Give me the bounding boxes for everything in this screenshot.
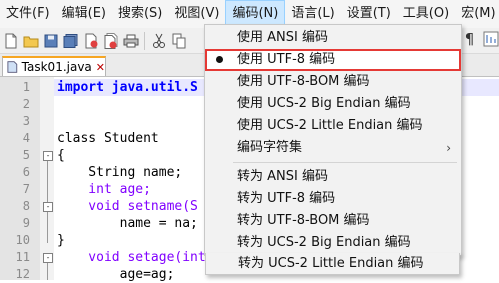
menu-item-label: 转为 UTF-8 编码 xyxy=(237,191,336,206)
line-number: 4 xyxy=(22,131,30,145)
menu-item-convert-ucs2-le[interactable]: 转为 UCS-2 Little Endian 编码 xyxy=(205,253,460,275)
encoding-menu: 使用 ANSI 编码 使用 UTF-8 编码 使用 UTF-8-BOM 编码 使… xyxy=(204,24,462,256)
line-number: 8 xyxy=(22,199,30,213)
indent-guide-icon[interactable] xyxy=(482,30,499,47)
menu-item-use-ansi[interactable]: 使用 ANSI 编码 xyxy=(205,27,461,49)
line-number: 9 xyxy=(22,216,30,230)
menu-item-label: 转为 ANSI 编码 xyxy=(237,169,328,184)
line-number: 3 xyxy=(22,114,30,128)
fold-guide xyxy=(47,263,48,280)
close-all-icon[interactable] xyxy=(102,32,119,49)
code-line: String name; xyxy=(57,165,183,180)
paragraph-icon[interactable]: ¶ xyxy=(461,30,478,48)
tab-label: Task01.java xyxy=(21,60,92,74)
menu-item-convert-utf8-bom[interactable]: 转为 UTF-8-BOM 编码 xyxy=(205,210,461,232)
line-number: 11 xyxy=(15,250,30,264)
menu-item-label: 使用 UCS-2 Little Endian 编码 xyxy=(237,118,423,133)
line-number: 1 xyxy=(22,80,30,94)
fold-toggle[interactable]: - xyxy=(43,202,53,212)
menu-item-convert-utf8[interactable]: 转为 UTF-8 编码 xyxy=(205,188,461,210)
menu-item-use-utf8-bom[interactable]: 使用 UTF-8-BOM 编码 xyxy=(205,71,461,93)
code-line: import java.util.S xyxy=(57,80,198,95)
code-line: void setname(S xyxy=(57,199,198,214)
code-line: age=ag; xyxy=(57,267,175,282)
menu-item-use-ucs2-be[interactable]: 使用 UCS-2 Big Endian 编码 xyxy=(205,93,461,115)
menu-item-use-utf8[interactable]: 使用 UTF-8 编码 xyxy=(205,49,461,71)
code-line: int age; xyxy=(57,182,151,197)
tab-close-icon[interactable]: ✕ xyxy=(96,61,105,74)
file-icon xyxy=(7,61,18,73)
copy-icon[interactable] xyxy=(170,32,187,49)
code-line: name = na; xyxy=(57,216,198,231)
line-number-gutter: 1 2 3 4 5 6 7 8 9 10 11 12 xyxy=(0,77,41,281)
tab-task01[interactable]: Task01.java ✕ xyxy=(2,56,106,76)
menu-item-label: 使用 UTF-8-BOM 编码 xyxy=(237,74,370,89)
menu-file[interactable]: 文件(F) xyxy=(0,0,56,28)
menu-item-label: 转为 UCS-2 Big Endian 编码 xyxy=(237,235,411,250)
cut-icon[interactable] xyxy=(150,32,167,49)
menu-item-convert-ansi[interactable]: 转为 ANSI 编码 xyxy=(205,166,461,188)
line-number: 12 xyxy=(15,267,30,281)
selected-bullet-icon xyxy=(216,56,223,63)
print-icon[interactable] xyxy=(122,32,139,49)
menu-edit[interactable]: 编辑(E) xyxy=(56,0,112,28)
code-line: } xyxy=(57,233,65,248)
new-file-icon[interactable] xyxy=(2,32,19,49)
line-number: 7 xyxy=(22,182,30,196)
menu-item-label: 使用 UTF-8 编码 xyxy=(237,52,336,67)
save-all-icon[interactable] xyxy=(62,32,79,49)
menu-separator xyxy=(233,162,457,163)
menu-item-label: 编码字符集 xyxy=(237,140,303,155)
fold-toggle[interactable]: - xyxy=(43,253,53,263)
menu-item-label: 使用 ANSI 编码 xyxy=(237,30,328,45)
menu-item-label: 转为 UCS-2 Little Endian 编码 xyxy=(238,256,424,271)
close-icon[interactable] xyxy=(82,32,99,49)
line-number: 6 xyxy=(22,165,30,179)
submenu-arrow-icon: › xyxy=(446,141,451,155)
code-line: { xyxy=(57,148,65,163)
open-file-icon[interactable] xyxy=(22,32,39,49)
code-line: class Student xyxy=(57,131,159,146)
menu-search[interactable]: 搜索(S) xyxy=(112,0,168,28)
menu-item-label: 转为 UTF-8-BOM 编码 xyxy=(237,213,370,228)
line-number: 5 xyxy=(22,148,30,162)
fold-toggle[interactable]: - xyxy=(43,151,53,161)
save-icon[interactable] xyxy=(42,32,59,49)
line-number: 2 xyxy=(22,97,30,111)
menu-item-convert-ucs2-be[interactable]: 转为 UCS-2 Big Endian 编码 xyxy=(205,232,461,254)
menu-item-charset[interactable]: 编码字符集 › xyxy=(205,137,461,159)
line-number: 10 xyxy=(15,233,30,247)
menu-item-label: 使用 UCS-2 Big Endian 编码 xyxy=(237,96,411,111)
toolbar-separator xyxy=(144,31,145,50)
menu-item-use-ucs2-le[interactable]: 使用 UCS-2 Little Endian 编码 xyxy=(205,115,461,137)
